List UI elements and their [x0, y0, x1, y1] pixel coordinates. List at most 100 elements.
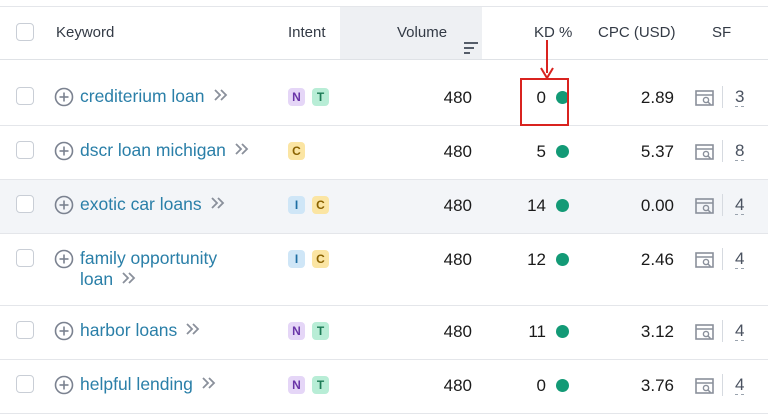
keyword-text: crediterium loan [80, 86, 205, 106]
double-chevron-right-icon[interactable] [210, 196, 226, 210]
keyword-table: Keyword Intent Volume KD % CPC (USD) SF … [0, 0, 768, 414]
intent-badge-t: T [312, 322, 329, 340]
table-header: Keyword Intent Volume KD % CPC (USD) SF [0, 6, 768, 60]
keyword-text: helpful lending [80, 374, 193, 394]
sf-count-link[interactable]: 3 [735, 88, 745, 107]
cpc-value: 5.37 [640, 142, 674, 161]
table-row: crediterium loan NT 480 0 2.89 3 [0, 72, 768, 126]
sf-divider [722, 194, 723, 216]
kd-difficulty-dot [556, 145, 569, 158]
table-row: helpful lending NT 480 0 3.76 4 [0, 360, 768, 414]
sf-divider [722, 248, 723, 270]
intent-badge-n: N [288, 376, 305, 394]
intent-badge-t: T [312, 88, 329, 106]
header-sf[interactable]: SF [712, 7, 731, 59]
volume-value: 480 [443, 376, 472, 395]
keyword-link[interactable]: exotic car loans [80, 194, 226, 215]
serp-features-icon[interactable] [695, 89, 715, 107]
intent-badge-c: C [312, 250, 329, 268]
keyword-text: harbor loans [80, 320, 178, 340]
kd-value: 11 [528, 322, 546, 341]
keyword-link[interactable]: harbor loans [80, 320, 201, 341]
header-intent[interactable]: Intent [288, 7, 326, 59]
row-checkbox[interactable] [16, 141, 34, 159]
plus-circle-icon[interactable] [54, 195, 74, 215]
row-checkbox[interactable] [16, 375, 34, 393]
sf-count-link[interactable]: 4 [735, 376, 745, 395]
serp-features-icon[interactable] [695, 323, 715, 341]
sf-count-link[interactable]: 8 [735, 142, 745, 161]
header-volume[interactable]: Volume [340, 7, 482, 59]
plus-circle-icon[interactable] [54, 87, 74, 107]
kd-value: 14 [527, 196, 546, 215]
row-checkbox[interactable] [16, 321, 34, 339]
sf-divider [722, 140, 723, 162]
volume-value: 480 [443, 88, 472, 107]
double-chevron-right-icon[interactable] [234, 142, 250, 156]
keyword-text: family opportunity [80, 248, 218, 268]
plus-circle-icon[interactable] [54, 141, 74, 161]
double-chevron-right-icon[interactable] [201, 376, 217, 390]
kd-value: 0 [536, 376, 546, 395]
header-volume-label: Volume [397, 24, 448, 41]
table-row: harbor loans NT 480 11 3.12 4 [0, 306, 768, 360]
keyword-link[interactable]: crediterium loan [80, 86, 229, 107]
sf-divider [722, 374, 723, 396]
sf-divider [722, 86, 723, 108]
keyword-link[interactable]: dscr loan michigan [80, 140, 250, 161]
plus-circle-icon[interactable] [54, 321, 74, 341]
intent-badge-c: C [288, 142, 305, 160]
kd-highlight-box [520, 78, 569, 126]
serp-features-icon[interactable] [695, 251, 715, 269]
double-chevron-right-icon[interactable] [213, 88, 229, 102]
row-checkbox[interactable] [16, 195, 34, 213]
volume-value: 480 [443, 322, 472, 341]
double-chevron-right-icon[interactable] [121, 271, 137, 285]
plus-circle-icon[interactable] [54, 249, 74, 269]
table-row: exotic car loans IC 480 14 0.00 4 [0, 180, 768, 234]
cpc-value: 3.76 [640, 376, 674, 395]
header-cpc[interactable]: CPC (USD) [598, 7, 676, 59]
kd-difficulty-dot [556, 199, 569, 212]
intent-badge-c: C [312, 196, 329, 214]
sf-count-link[interactable]: 4 [735, 322, 745, 341]
keyword-text: exotic car loans [80, 194, 202, 214]
serp-features-icon[interactable] [695, 197, 715, 215]
keyword-link[interactable]: helpful lending [80, 374, 217, 395]
kd-difficulty-dot [556, 325, 569, 338]
row-checkbox[interactable] [16, 249, 34, 267]
row-checkbox[interactable] [16, 87, 34, 105]
sf-count-link[interactable]: 4 [735, 196, 745, 215]
intent-badge-i: I [288, 196, 305, 214]
sort-descending-icon[interactable] [464, 25, 478, 77]
kd-difficulty-dot [556, 253, 569, 266]
keyword-text-line2: loan [80, 269, 114, 289]
kd-value: 5 [536, 142, 546, 161]
intent-badge-n: N [288, 88, 305, 106]
cpc-value: 3.12 [640, 322, 674, 341]
intent-badge-t: T [312, 376, 329, 394]
cpc-value: 2.46 [640, 250, 674, 269]
serp-features-icon[interactable] [695, 143, 715, 161]
volume-value: 480 [443, 250, 472, 269]
table-row: dscr loan michigan C 480 5 5.37 8 [0, 126, 768, 180]
select-all-checkbox[interactable] [16, 23, 34, 41]
cpc-value: 2.89 [640, 88, 674, 107]
keyword-text: dscr loan michigan [80, 140, 226, 160]
header-keyword[interactable]: Keyword [56, 7, 114, 59]
double-chevron-right-icon[interactable] [185, 322, 201, 336]
table-row: family opportunity loan IC 480 12 2.46 4 [0, 234, 768, 306]
sf-divider [722, 320, 723, 342]
volume-value: 480 [443, 142, 472, 161]
kd-value: 12 [527, 250, 546, 269]
intent-badge-n: N [288, 322, 305, 340]
plus-circle-icon[interactable] [54, 375, 74, 395]
serp-features-icon[interactable] [695, 377, 715, 395]
arrow-down-icon [540, 40, 554, 80]
kd-difficulty-dot [556, 379, 569, 392]
sf-count-link[interactable]: 4 [735, 250, 745, 269]
intent-badge-i: I [288, 250, 305, 268]
volume-value: 480 [443, 196, 472, 215]
keyword-link[interactable]: family opportunity loan [80, 248, 217, 290]
cpc-value: 0.00 [640, 196, 674, 215]
